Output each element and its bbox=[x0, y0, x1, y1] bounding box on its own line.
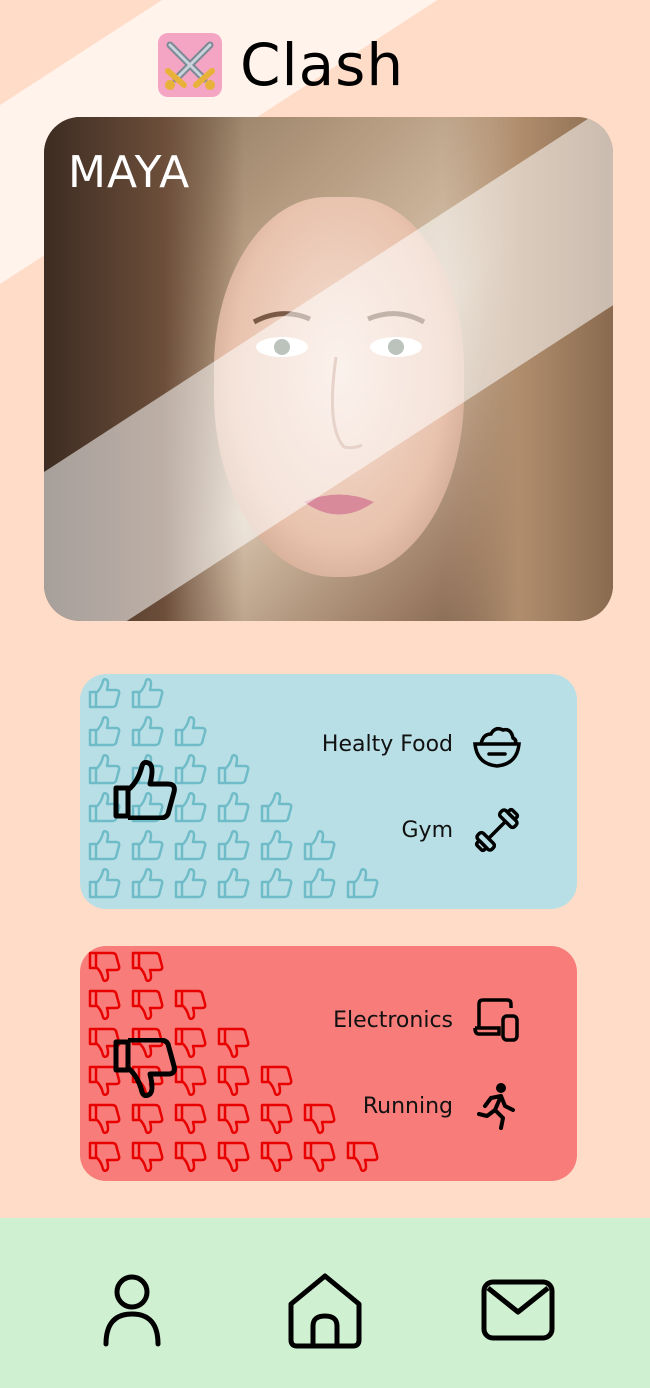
pattern-thumbs-up-icon bbox=[260, 830, 293, 861]
mail-icon[interactable] bbox=[478, 1270, 558, 1350]
bottom-nav bbox=[0, 1218, 650, 1388]
pattern-thumbs-down-icon bbox=[303, 1141, 336, 1172]
pattern-thumbs-up-icon bbox=[174, 754, 207, 785]
dislike-item-label: Electronics bbox=[333, 1007, 453, 1033]
like-item-gym[interactable]: Gym bbox=[402, 804, 524, 856]
pattern-thumbs-down-icon bbox=[131, 1141, 164, 1172]
dislike-item-electronics[interactable]: Electronics bbox=[333, 994, 523, 1046]
pattern-thumbs-down-icon bbox=[88, 951, 121, 982]
pattern-thumbs-up-icon bbox=[217, 792, 250, 823]
pattern-thumbs-up-icon bbox=[88, 716, 121, 747]
pattern-thumbs-down-icon bbox=[174, 989, 207, 1020]
pattern-thumbs-up-icon bbox=[260, 792, 293, 823]
profile-photo-card[interactable]: MAYA bbox=[44, 117, 613, 621]
user-icon[interactable] bbox=[92, 1270, 172, 1350]
pattern-thumbs-up-icon bbox=[174, 792, 207, 823]
dumbbell-icon bbox=[474, 807, 520, 853]
pattern-thumbs-down-icon bbox=[217, 1065, 250, 1096]
crossed-swords-icon bbox=[158, 33, 222, 97]
running-person-icon bbox=[477, 1083, 515, 1130]
thumbs-up-icon bbox=[113, 760, 177, 820]
pattern-thumbs-up-icon bbox=[217, 830, 250, 861]
dislike-item-label: Running bbox=[362, 1093, 453, 1119]
pattern-thumbs-down-icon bbox=[217, 1103, 250, 1134]
pattern-thumbs-down-icon bbox=[174, 1103, 207, 1134]
salad-bowl-icon bbox=[473, 726, 521, 768]
pattern-thumbs-down-icon bbox=[88, 1141, 121, 1172]
pattern-thumbs-up-icon bbox=[88, 678, 121, 709]
pattern-thumbs-down-icon bbox=[88, 1103, 121, 1134]
pattern-thumbs-down-icon bbox=[217, 1141, 250, 1172]
pattern-thumbs-up-icon bbox=[174, 830, 207, 861]
like-item-healthy-food[interactable]: Healty Food bbox=[322, 718, 523, 770]
pattern-thumbs-down-icon bbox=[346, 1141, 379, 1172]
app-title: Clash bbox=[240, 31, 405, 99]
pattern-thumbs-down-icon bbox=[174, 1065, 207, 1096]
pattern-thumbs-up-icon bbox=[303, 830, 336, 861]
pattern-thumbs-down-icon bbox=[217, 1027, 250, 1058]
pattern-thumbs-down-icon bbox=[174, 1141, 207, 1172]
pattern-thumbs-up-icon bbox=[88, 868, 121, 899]
pattern-thumbs-up-icon bbox=[131, 830, 164, 861]
pattern-thumbs-down-icon bbox=[131, 989, 164, 1020]
app-header: Clash bbox=[158, 30, 404, 100]
pattern-thumbs-up-icon bbox=[131, 868, 164, 899]
thumbs-down-icon bbox=[113, 1038, 177, 1098]
pattern-thumbs-down-icon bbox=[260, 1141, 293, 1172]
like-item-label: Healty Food bbox=[321, 731, 453, 757]
like-item-label: Gym bbox=[401, 817, 454, 843]
pattern-thumbs-down-icon bbox=[260, 1103, 293, 1134]
dislike-item-running[interactable]: Running bbox=[363, 1080, 523, 1132]
pattern-thumbs-down-icon bbox=[260, 1065, 293, 1096]
pattern-thumbs-down-icon bbox=[131, 1103, 164, 1134]
pattern-thumbs-up-icon bbox=[131, 716, 164, 747]
home-icon[interactable] bbox=[285, 1270, 365, 1350]
likes-card[interactable]: Healty Food Gym bbox=[80, 674, 577, 909]
pattern-thumbs-up-icon bbox=[346, 868, 379, 899]
pattern-thumbs-up-icon bbox=[88, 830, 121, 861]
pattern-thumbs-up-icon bbox=[303, 868, 336, 899]
pattern-thumbs-down-icon bbox=[174, 1027, 207, 1058]
pattern-thumbs-up-icon bbox=[174, 868, 207, 899]
pattern-thumbs-up-icon bbox=[217, 868, 250, 899]
pattern-thumbs-down-icon bbox=[131, 951, 164, 982]
dislikes-card[interactable]: Electronics Running bbox=[80, 946, 577, 1181]
devices-icon bbox=[473, 998, 519, 1042]
pattern-thumbs-down-icon bbox=[303, 1103, 336, 1134]
pattern-thumbs-down-icon bbox=[88, 989, 121, 1020]
pattern-thumbs-up-icon bbox=[131, 678, 164, 709]
pattern-thumbs-up-icon bbox=[260, 868, 293, 899]
pattern-thumbs-up-icon bbox=[174, 716, 207, 747]
pattern-thumbs-up-icon bbox=[217, 754, 250, 785]
profile-name: MAYA bbox=[68, 147, 191, 198]
